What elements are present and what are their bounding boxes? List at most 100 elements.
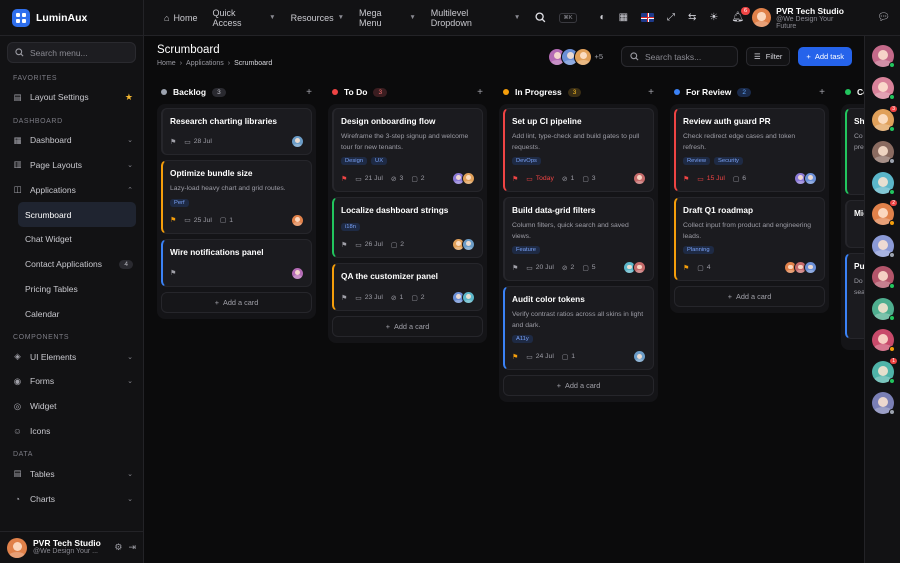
sidebar-item-applications[interactable]: ◫ Applications ⌃ [0, 177, 143, 202]
due-date: ▭ 21 Jul [355, 175, 383, 183]
add-card-button[interactable]: + Add a card [332, 316, 483, 338]
search-icon[interactable] [535, 12, 546, 23]
paperclip-icon: ⊘ [390, 175, 397, 183]
sidebar-item-ui-elements[interactable]: ◈ UI Elements ⌄ [0, 344, 143, 369]
sidebar-item-scrumboard[interactable]: Scrumboard [18, 202, 136, 227]
nav-resources[interactable]: Resources ▼ [291, 13, 344, 23]
card-description: Column filters, quick search and saved v… [512, 222, 629, 240]
add-icon[interactable]: + [477, 87, 483, 98]
fullscreen-icon[interactable]: ⤢ [667, 12, 675, 23]
sidebar-item-dashboard[interactable]: ▦ Dashboard ⌄ [0, 128, 143, 153]
rail-contact[interactable] [872, 266, 895, 289]
sidebar-item-contact-applications[interactable]: Contact Applications 4 [0, 252, 143, 277]
nav-multilevel-dropdown[interactable]: Multilevel Dropdown ▼ [431, 8, 521, 28]
task-card[interactable]: Optimize bundle size Lazy-load heavy cha… [161, 160, 312, 234]
sidebar-item-charts[interactable]: ◔ Charts ⌄ [0, 486, 143, 511]
board-column-in-progress: In Progress 3 + Set up CI pipeline Add l… [499, 84, 658, 403]
sidebar-item-forms[interactable]: ◉ Forms ⌄ [0, 369, 143, 394]
nav-mega-menu[interactable]: Mega Menu ▼ [359, 8, 416, 28]
task-card[interactable]: Set up CI pipeline Add lint, type-check … [503, 108, 654, 193]
sidebar-item-layout-settings[interactable]: ▤ Layout Settings ★ [0, 85, 143, 110]
assignees [452, 238, 475, 252]
theme-toggle-icon[interactable]: ☀ [709, 12, 718, 23]
chevron-down-icon: ▼ [513, 14, 521, 21]
comments: ▢ 2 [411, 294, 424, 302]
member-avatars[interactable]: +5 [548, 47, 603, 66]
breadcrumb-home[interactable]: Home [157, 60, 176, 67]
breadcrumb-current: Scrumboard [234, 60, 273, 67]
attachments: ⊘ 1 [562, 175, 574, 183]
task-card[interactable]: Audit color tokens Verify contrast ratio… [503, 286, 654, 371]
add-icon[interactable]: + [648, 87, 654, 98]
search-tasks-input[interactable]: Search tasks... [621, 46, 739, 67]
card-meta: ⚑ ▭ 25 Jul ▢ 1 [170, 213, 304, 227]
add-task-button[interactable]: + Add task [798, 47, 852, 66]
brand[interactable]: LuminAux [0, 0, 143, 36]
bell-icon[interactable]: 🔔︎ 6 [731, 7, 751, 23]
task-card[interactable]: Design onboarding flow Wireframe the 3-s… [332, 108, 483, 193]
rail-contact[interactable] [872, 235, 895, 258]
topbar-user[interactable]: PVR Tech Studio @We Design Your Future [752, 6, 853, 30]
comment-count: 2 [420, 175, 425, 183]
due-date: ▭ 20 Jul [526, 264, 554, 272]
add-icon[interactable]: + [306, 87, 312, 98]
sidebar-item-icons[interactable]: ☺ Icons [0, 419, 143, 444]
avatar [462, 291, 475, 305]
nav-home[interactable]: ⌂ Home [164, 13, 197, 23]
plus-icon: + [806, 52, 811, 61]
sidebar-item-chat-widget[interactable]: Chat Widget [0, 227, 143, 252]
language-flag-icon[interactable] [641, 13, 655, 22]
star-icon[interactable]: ★ [125, 92, 133, 103]
rail-contact[interactable]: 3 [872, 106, 897, 132]
add-card-button[interactable]: + Add a card [674, 286, 825, 308]
assignees [291, 213, 304, 227]
add-task-label: Add task [814, 52, 844, 61]
rail-contact[interactable]: 1 [872, 358, 897, 384]
add-icon[interactable]: + [819, 87, 825, 98]
logout-icon[interactable]: ⇥ [128, 542, 136, 553]
sliders-icon[interactable]: ⇆ [688, 12, 696, 23]
brand-name: LuminAux [36, 11, 88, 24]
rail-contact[interactable] [872, 298, 895, 321]
nav-quick-access[interactable]: Quick Access ▼ [212, 8, 275, 28]
rail-contact[interactable] [872, 329, 895, 352]
task-card[interactable]: QA the customizer panel ⚑ ▭ 23 Jul ⊘ 1 ▢ 2 [332, 263, 483, 312]
palette-icon[interactable]: ◐ [600, 12, 606, 23]
rail-contact[interactable] [872, 141, 895, 164]
sidebar-user[interactable]: PVR Tech Studio @We Design Your ... ⚙ ⇥ [0, 531, 143, 563]
rail-contact[interactable] [872, 77, 895, 100]
calendar-icon: ▭ [355, 294, 362, 302]
task-card[interactable]: Draft Q1 roadmap Collect input from prod… [674, 197, 825, 282]
rail-contact[interactable] [872, 172, 895, 195]
sidebar-item-page-layouts[interactable]: ▥ Page Layouts ⌄ [0, 153, 143, 178]
attachments: ⊘ 1 [391, 294, 403, 302]
task-card[interactable]: Research charting libraries ⚑ ▭ 28 Jul [161, 108, 312, 155]
card-meta: ⚑ ▭ 26 Jul ▢ 2 [341, 238, 475, 252]
card-title: Optimize bundle size [170, 168, 253, 178]
add-card-button[interactable]: + Add a card [503, 375, 654, 397]
sidebar-item-widget[interactable]: ◎ Widget [0, 394, 143, 419]
sidebar-item-pricing-tables[interactable]: Pricing Tables [0, 277, 143, 302]
breadcrumb-applications[interactable]: Applications [186, 60, 224, 67]
filter-button[interactable]: ☰ Filter [746, 47, 791, 66]
add-card-button[interactable]: + Add a card [161, 291, 312, 313]
search-menu-input[interactable]: Search menu... [7, 42, 136, 63]
rail-contact[interactable] [872, 392, 895, 415]
sidebar-item-calendar[interactable]: Calendar [0, 301, 143, 326]
sidebar-item-label: UI Elements [30, 351, 77, 362]
comments: ▢ 6 [733, 175, 746, 183]
rail-contact[interactable] [872, 45, 895, 68]
home-icon: ⌂ [164, 12, 170, 23]
sidebar-item-label: Page Layouts [30, 159, 82, 170]
chevron-down-icon: ⌄ [127, 137, 133, 145]
sidebar-item-tables[interactable]: ▤ Tables ⌄ [0, 461, 143, 486]
chat-icon[interactable]: 💬︎ [877, 12, 890, 23]
task-card[interactable]: Localize dashboard strings i18n ⚑ ▭ 26 Ju… [332, 197, 483, 259]
rail-contact[interactable]: 2 [872, 200, 897, 226]
task-card[interactable]: Review auth guard PR Check redirect edge… [674, 108, 825, 193]
column-header: For Review 2 + [670, 84, 829, 100]
apps-grid-icon[interactable]: ▦ [619, 12, 628, 23]
settings-icon[interactable]: ⚙ [114, 542, 122, 553]
task-card[interactable]: Wire notifications panel ⚑ [161, 238, 312, 287]
task-card[interactable]: Build data-grid filters Column filters, … [503, 197, 654, 282]
